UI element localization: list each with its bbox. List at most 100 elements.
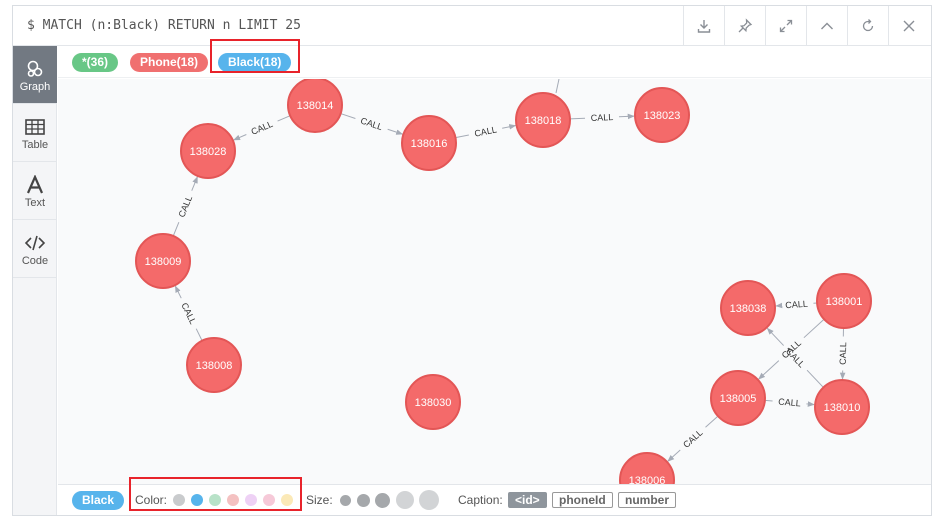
download-button[interactable] bbox=[683, 6, 724, 45]
relationship[interactable]: CALL bbox=[569, 112, 635, 123]
text-icon bbox=[26, 174, 44, 193]
color-label: Color: bbox=[135, 493, 168, 507]
node-caption: 138018 bbox=[525, 115, 562, 127]
node-caption: 138023 bbox=[644, 110, 681, 122]
size-option[interactable] bbox=[340, 495, 351, 506]
relationship[interactable]: CALL bbox=[766, 327, 824, 388]
graph-visualization[interactable]: CALL CALL CALL CALL CALL CALL CALL CALL CALL CALL… bbox=[58, 79, 931, 484]
color-swatch[interactable] bbox=[209, 494, 221, 506]
pin-button[interactable] bbox=[724, 6, 765, 45]
node-caption: 138009 bbox=[145, 256, 182, 268]
graph-node[interactable]: 138014 bbox=[287, 79, 343, 133]
graph-node[interactable]: 138009 bbox=[135, 233, 191, 289]
size-option[interactable] bbox=[357, 494, 370, 507]
relationship-line[interactable] bbox=[766, 327, 785, 346]
relationship-line[interactable] bbox=[191, 176, 198, 191]
relationship[interactable]: CALL bbox=[340, 113, 404, 135]
graph-node[interactable]: 138005 bbox=[710, 370, 766, 426]
relationship[interactable]: CALL bbox=[764, 397, 815, 409]
result-frame: $ MATCH (n:Black) RETURN n LIMIT 25 Grap… bbox=[12, 5, 932, 516]
relationship[interactable]: CALL bbox=[455, 124, 517, 139]
relationship[interactable]: CALL bbox=[172, 176, 198, 237]
color-swatch[interactable] bbox=[245, 494, 257, 506]
label-pill-all[interactable]: *(36) bbox=[72, 53, 119, 72]
relationship[interactable]: CALL bbox=[667, 415, 719, 462]
relationship-line[interactable] bbox=[806, 369, 824, 388]
relationship[interactable]: CALL bbox=[775, 299, 818, 311]
relationship-line[interactable] bbox=[569, 117, 586, 120]
graph-node[interactable]: 138008 bbox=[186, 337, 242, 393]
relationship-line[interactable] bbox=[233, 134, 247, 141]
relationship-line[interactable] bbox=[195, 328, 203, 341]
graph-canvas[interactable]: CALL CALL CALL CALL CALL CALL CALL CALL CALL CALL… bbox=[58, 79, 931, 484]
relationship-line[interactable] bbox=[555, 79, 560, 94]
sidebar-item-text[interactable]: Text bbox=[13, 162, 57, 220]
relationship-line[interactable] bbox=[172, 222, 180, 237]
graph-node[interactable]: 138030 bbox=[405, 374, 461, 430]
label-pill-phone[interactable]: Phone(18) bbox=[130, 53, 209, 72]
sidebar-item-graph[interactable]: Graph bbox=[13, 46, 57, 104]
label-pill-black[interactable]: Black(18) bbox=[218, 53, 292, 72]
relationship-line[interactable] bbox=[705, 415, 719, 428]
relationship-line[interactable] bbox=[803, 318, 825, 339]
refresh-icon bbox=[862, 18, 874, 31]
graph-node[interactable]: 138006 bbox=[619, 452, 675, 484]
graph-node[interactable]: 138001 bbox=[816, 273, 872, 329]
caption-option-id[interactable]: <id> bbox=[508, 492, 547, 508]
sidebar-item-label: Text bbox=[24, 196, 46, 209]
graph-node[interactable]: 138028 bbox=[180, 123, 236, 179]
sidebar-item-label: Code bbox=[21, 254, 49, 267]
graph-node[interactable]: 138038 bbox=[720, 280, 776, 336]
relationship-line[interactable] bbox=[340, 113, 356, 119]
relationship[interactable]: CALL bbox=[174, 285, 203, 341]
selected-label-pill[interactable]: Black bbox=[72, 491, 125, 510]
relationship[interactable]: CALL bbox=[233, 115, 291, 141]
relationship-line[interactable] bbox=[758, 360, 780, 380]
rerun-button[interactable] bbox=[847, 6, 888, 45]
color-swatch[interactable] bbox=[173, 494, 185, 506]
sidebar-item-code[interactable]: Code bbox=[13, 220, 57, 278]
fullscreen-button[interactable] bbox=[765, 6, 806, 45]
relationship-label: CALL bbox=[359, 116, 384, 133]
graph-node[interactable]: 138016 bbox=[401, 115, 457, 171]
caption-label: Caption: bbox=[458, 493, 503, 507]
sidebar-item-table[interactable]: Table bbox=[13, 104, 57, 162]
relationship-line[interactable] bbox=[667, 449, 681, 462]
relationship-label: CALL bbox=[179, 301, 198, 326]
relationship-line[interactable] bbox=[387, 128, 404, 135]
collapse-button[interactable] bbox=[806, 6, 847, 45]
close-button[interactable] bbox=[888, 6, 929, 45]
relationship[interactable]: CALL bbox=[838, 327, 848, 380]
relationship-line[interactable] bbox=[277, 115, 291, 122]
caption-option-number[interactable]: number bbox=[618, 492, 677, 508]
color-swatch[interactable] bbox=[281, 494, 293, 506]
size-option[interactable] bbox=[419, 490, 439, 510]
relationship-line[interactable] bbox=[455, 134, 469, 139]
color-swatch[interactable] bbox=[227, 494, 239, 506]
size-option[interactable] bbox=[375, 493, 390, 508]
relationship-line[interactable] bbox=[764, 399, 773, 402]
query-text[interactable]: $ MATCH (n:Black) RETURN n LIMIT 25 bbox=[27, 18, 301, 33]
close-icon bbox=[903, 20, 915, 31]
relationship-line[interactable] bbox=[618, 113, 635, 120]
style-footer: Black Color: Size: Caption: <id> phoneId… bbox=[58, 484, 931, 515]
code-icon bbox=[24, 235, 46, 250]
node-caption: 138008 bbox=[196, 360, 233, 372]
node-caption: 138038 bbox=[730, 303, 767, 315]
relationship-line[interactable] bbox=[806, 401, 815, 407]
node-caption: 138006 bbox=[629, 475, 666, 484]
color-swatch[interactable] bbox=[191, 494, 203, 506]
relationship-label: CALL bbox=[778, 397, 801, 409]
sidebar-item-label: Graph bbox=[19, 80, 51, 93]
size-option[interactable] bbox=[396, 491, 414, 509]
relationship-line[interactable] bbox=[502, 124, 517, 130]
graph-node[interactable]: 138023 bbox=[634, 87, 690, 143]
graph-node[interactable]: 138010 bbox=[814, 379, 870, 435]
collapse-icon bbox=[821, 22, 833, 29]
color-swatch[interactable] bbox=[263, 494, 275, 506]
graph-node[interactable]: 138018 bbox=[515, 92, 571, 148]
relationship-label: CALL bbox=[473, 124, 497, 138]
caption-option-phoneid[interactable]: phoneId bbox=[552, 492, 613, 508]
size-label: Size: bbox=[306, 493, 333, 507]
relationship-line[interactable] bbox=[174, 285, 182, 299]
